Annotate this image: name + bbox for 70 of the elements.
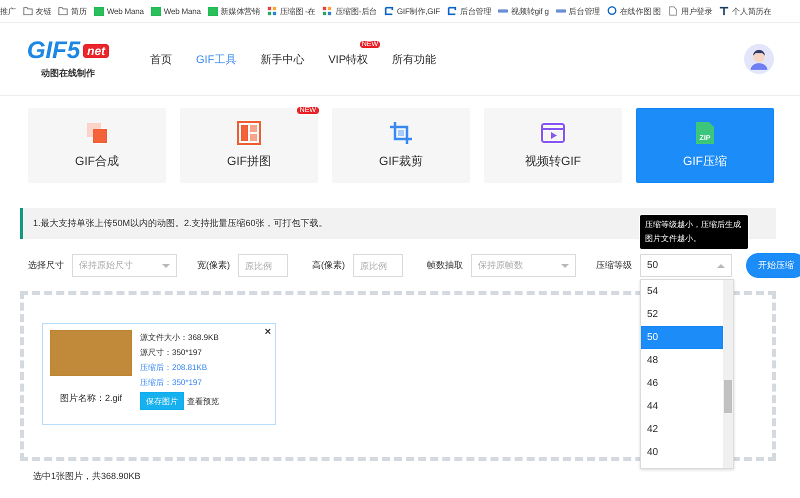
field-label: 选择尺寸	[28, 259, 64, 272]
file-name: 图片名称：2.gif	[60, 392, 122, 405]
tooltip: 压缩等级越小，压缩后生成图片文件越小。	[640, 215, 748, 249]
nav-link[interactable]: VIP特权	[328, 54, 368, 66]
page-icon	[668, 6, 678, 16]
close-button[interactable]: ×	[264, 326, 271, 338]
file-info: 源尺寸：350*197	[140, 347, 203, 358]
bookmark[interactable]: 用户登录	[668, 6, 712, 16]
scrollbar[interactable]	[723, 280, 733, 468]
dropdown-option[interactable]: 42	[641, 418, 723, 441]
tool-card[interactable]: 视频转GIF	[484, 108, 622, 183]
site-icon	[266, 6, 277, 16]
dropdown-option[interactable]: 48	[641, 349, 723, 372]
folder-icon	[58, 6, 68, 16]
bookmark[interactable]: Web Mana	[150, 6, 201, 16]
site-icon	[94, 6, 104, 16]
bookmark[interactable]: 友链	[22, 6, 52, 16]
bookmark[interactable]: 压缩图 -在	[266, 6, 316, 16]
field-label: 帧数抽取	[427, 259, 463, 272]
summary-text: 选中1张图片，共368.90KB	[33, 470, 142, 483]
bookmark[interactable]: 压缩图-后台	[322, 6, 377, 16]
tool-card[interactable]: GIF裁剪	[332, 108, 470, 183]
bookmark[interactable]: 视频转gif g	[498, 6, 549, 16]
dropdown-option[interactable]: 44	[641, 395, 723, 418]
file-info: 源文件大小：368.9KB	[140, 332, 219, 343]
field-label: 宽(像素)	[197, 259, 230, 272]
nav-link[interactable]: 新手中心	[260, 54, 304, 66]
bookmark[interactable]: 后台管理	[556, 6, 600, 16]
input-field[interactable]: 原比例	[353, 254, 403, 277]
crop-icon	[389, 121, 413, 145]
caret-icon	[162, 264, 170, 268]
notice-text: 1.最大支持单张上传50M以内的动图。2.支持批量压缩60张，可打包下载。	[33, 217, 328, 230]
dropdown-option[interactable]: 40	[641, 441, 723, 464]
bookmark[interactable]: 推广	[0, 6, 16, 16]
input-field[interactable]: 原比例	[238, 254, 288, 277]
bookmark[interactable]: 在线作图 图	[606, 6, 661, 16]
nav-link[interactable]: 首页	[150, 54, 172, 66]
file-info: 压缩后：208.81KB	[140, 362, 208, 373]
field-label: 高(像素)	[312, 259, 345, 272]
bookmark[interactable]: 个人简历在	[719, 6, 772, 16]
preview-link[interactable]: 查看预览	[187, 396, 219, 406]
bookmark[interactable]: 新媒体营销	[208, 6, 260, 16]
bookmark[interactable]: 后台管理	[447, 6, 492, 16]
nav-link[interactable]: 所有功能	[392, 54, 436, 66]
caret-icon	[561, 264, 569, 268]
dropdown-option[interactable]: 54	[641, 280, 723, 303]
site-icon	[322, 6, 332, 16]
bookmark[interactable]: 简历	[58, 6, 87, 16]
site-icon	[447, 6, 457, 16]
file-info: 压缩后：350*197	[140, 377, 203, 388]
dropdown-option[interactable]: 52	[641, 303, 723, 326]
caret-icon	[717, 264, 725, 268]
field-label: 压缩等级	[596, 259, 632, 272]
grid-icon	[237, 121, 261, 145]
layers-icon	[85, 121, 109, 145]
site-icon	[384, 6, 394, 16]
site-icon	[150, 6, 161, 16]
folder-icon	[22, 6, 33, 16]
logo-text: GIF5	[26, 38, 80, 64]
logo-badge: net	[83, 44, 110, 58]
bookmark[interactable]: GIF制作,GIF	[384, 6, 440, 16]
logo-tagline: 动图在线制作	[41, 64, 95, 80]
dropdown-option[interactable]: 46	[641, 372, 723, 395]
tool-card[interactable]: GIF合成	[28, 108, 166, 183]
video-icon	[541, 121, 565, 145]
site-icon	[208, 6, 218, 16]
avatar-icon[interactable]	[744, 44, 774, 74]
chat-icon	[606, 6, 617, 16]
bookmark[interactable]: Web Mana	[94, 6, 144, 16]
site-icon	[719, 6, 730, 16]
